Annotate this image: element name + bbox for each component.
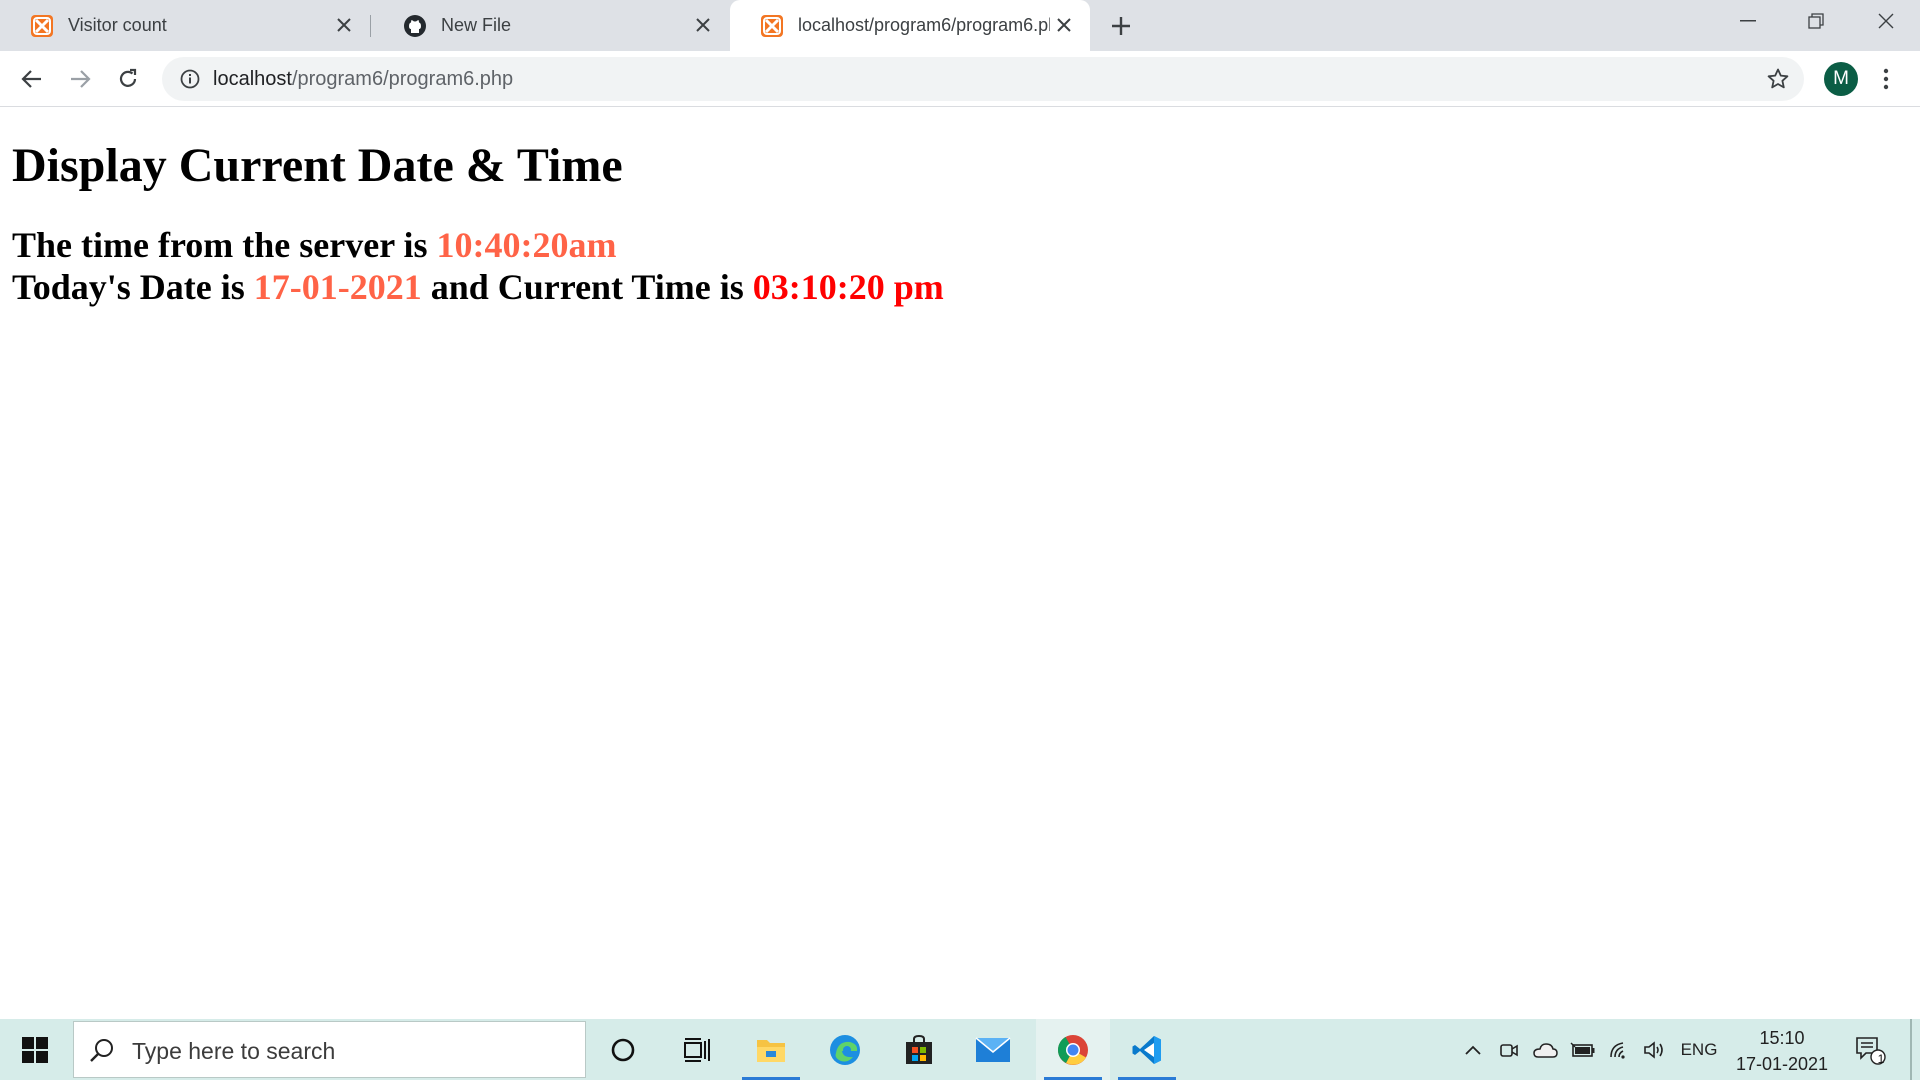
current-time-value: 03:10:20 pm (752, 267, 944, 307)
battery-icon[interactable] (1566, 1019, 1600, 1080)
back-button[interactable] (15, 62, 49, 96)
restore-button[interactable] (1782, 0, 1850, 42)
close-window-button[interactable] (1852, 0, 1920, 42)
chrome-icon[interactable] (1036, 1019, 1110, 1080)
xampp-icon (30, 14, 54, 38)
reload-icon (119, 68, 137, 87)
tab-title: Visitor count (68, 15, 167, 35)
file-explorer-icon[interactable] (734, 1019, 808, 1080)
arrow-right-icon (71, 70, 91, 88)
new-tab-button[interactable] (1106, 11, 1136, 41)
close-icon[interactable] (1052, 13, 1076, 37)
tab-program6[interactable]: localhost/program6/program6.php (730, 0, 1090, 51)
forward-button[interactable] (63, 62, 97, 96)
page-content: Display Current Date & Time The time fro… (0, 107, 1920, 1019)
more-menu-icon[interactable] (1876, 62, 1896, 96)
tab-visitor-count[interactable]: Visitor count (0, 0, 370, 51)
windows-icon (22, 1036, 48, 1063)
vscode-icon[interactable] (1110, 1019, 1184, 1080)
action-center-button[interactable]: 1 (1848, 1019, 1892, 1080)
cortana-icon[interactable] (586, 1019, 660, 1080)
start-button[interactable] (0, 1019, 70, 1080)
search-icon (88, 1036, 116, 1064)
address-bar[interactable]: localhost/program6/program6.php (162, 57, 1804, 101)
browser-toolbar: localhost/program6/program6.php M (0, 51, 1920, 107)
onedrive-icon[interactable] (1528, 1019, 1562, 1080)
search-placeholder: Type here to search (132, 1038, 336, 1064)
task-view-icon[interactable] (660, 1019, 734, 1080)
taskbar-clock[interactable]: 15:10 17-01-2021 (1726, 1025, 1838, 1077)
mail-icon[interactable] (956, 1019, 1030, 1080)
github-icon (403, 14, 427, 38)
store-icon[interactable] (882, 1019, 956, 1080)
page-heading: Display Current Date & Time (12, 139, 623, 192)
date-label: Today's Date is (12, 267, 254, 307)
edge-icon[interactable] (808, 1019, 882, 1080)
info-icon[interactable] (178, 67, 202, 91)
meet-now-icon[interactable] (1494, 1019, 1524, 1080)
server-time-value: 10:40:20am (436, 225, 617, 265)
arrow-left-icon (21, 70, 41, 88)
reload-button[interactable] (111, 62, 145, 96)
tab-strip: Visitor count New File localhost/program… (0, 0, 1920, 51)
volume-icon[interactable] (1638, 1019, 1672, 1080)
show-desktop-strip[interactable] (1910, 1019, 1912, 1080)
url-host: localhost (213, 68, 292, 90)
notification-count-badge: 1 (1877, 1052, 1885, 1066)
tab-title: New File (441, 15, 512, 35)
clock-date: 17-01-2021 (1735, 1054, 1829, 1074)
url-text[interactable]: localhost/program6/program6.php (213, 68, 513, 91)
show-hidden-icons-chevron-icon[interactable] (1458, 1019, 1488, 1080)
minimize-button[interactable] (1714, 0, 1782, 42)
server-time-label: The time from the server is (12, 225, 437, 265)
close-icon[interactable] (332, 13, 356, 37)
server-time-line: The time from the server is 10:40:20am (12, 224, 617, 266)
clock-time: 15:10 (1759, 1028, 1805, 1048)
url-path: /program6/program6.php (291, 68, 514, 90)
tab-separator (370, 15, 371, 37)
date-value: 17-01-2021 (253, 267, 422, 307)
taskbar-search[interactable]: Type here to search (73, 1021, 586, 1078)
tab-new-file[interactable]: New File (373, 0, 729, 51)
xampp-icon (760, 14, 784, 38)
language-indicator[interactable]: ENG (1676, 1019, 1722, 1080)
date-time-line: Today's Date is 17-01-2021 and Current T… (12, 266, 944, 308)
bookmark-star-icon[interactable] (1766, 67, 1790, 91)
profile-avatar[interactable]: M (1824, 62, 1858, 96)
tab-title: localhost/program6/program6.php (798, 15, 1050, 35)
close-icon[interactable] (691, 13, 715, 37)
current-time-label: and Current Time is (421, 267, 753, 307)
taskbar: Type here to search ENG 15:10 17-01-2021… (0, 1019, 1920, 1080)
wifi-icon[interactable] (1604, 1019, 1636, 1080)
